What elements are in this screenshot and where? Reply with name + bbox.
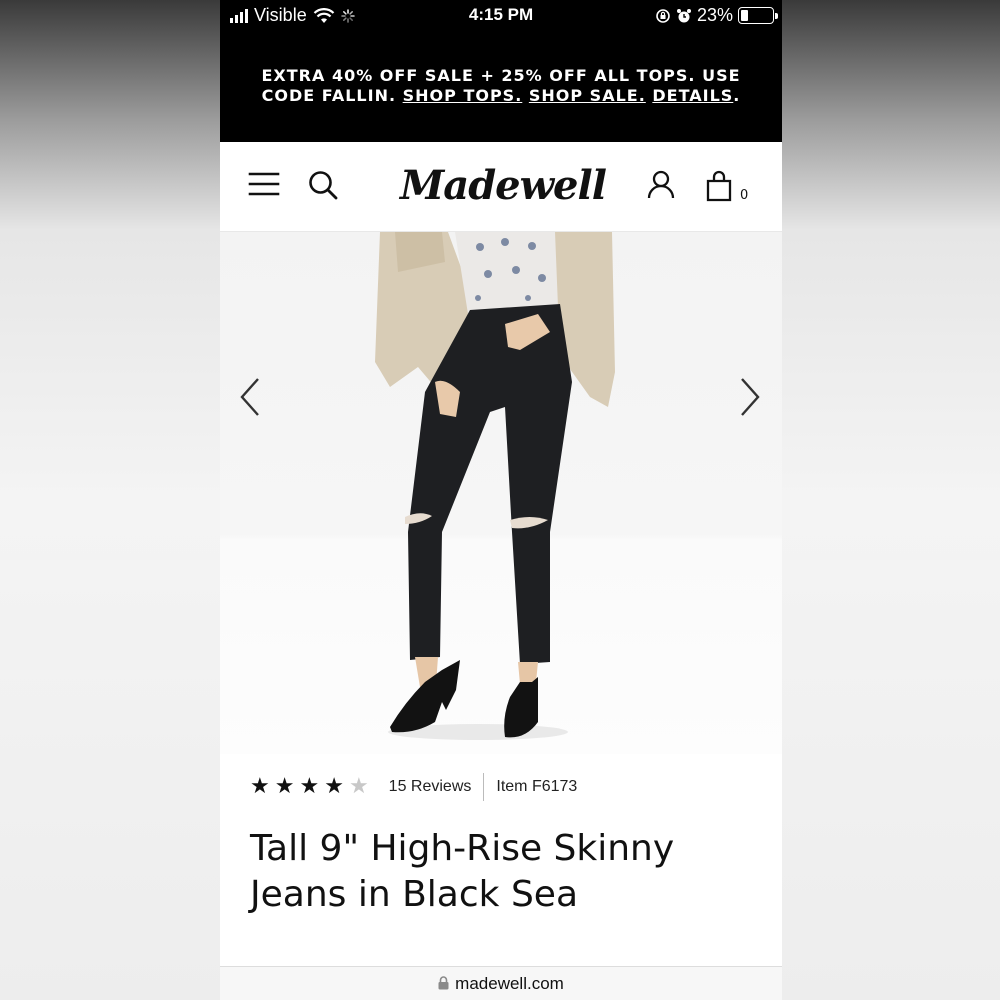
rating-row: ★ ★ ★ ★ ★ 15 Reviews Item F6173 xyxy=(250,772,577,802)
star-filled-icon: ★ xyxy=(299,774,320,799)
product-image-carousel[interactable] xyxy=(220,232,782,754)
orientation-lock-icon xyxy=(656,8,670,23)
star-filled-icon: ★ xyxy=(250,774,270,799)
search-icon[interactable] xyxy=(308,170,338,200)
status-bar: Visible 4:15 PM 23% xyxy=(220,0,782,32)
site-header: Madewell 0 xyxy=(220,142,782,232)
madewell-logo[interactable]: Madewell xyxy=(400,162,607,209)
rating-divider xyxy=(483,773,485,801)
shopping-bag-icon[interactable] xyxy=(705,170,733,202)
shop-sale-link[interactable]: SHOP SALE. xyxy=(529,86,646,105)
promo-banner: EXTRA 40% OFF SALE + 25% OFF ALL TOPS. U… xyxy=(220,32,782,142)
status-right: 23% xyxy=(655,5,778,26)
battery-icon xyxy=(738,7,778,24)
item-number: Item F6173 xyxy=(496,778,578,795)
url-text: madewell.com xyxy=(455,974,564,993)
promo-content: EXTRA 40% OFF SALE + 25% OFF ALL TOPS. U… xyxy=(220,66,782,106)
star-filled-icon: ★ xyxy=(274,774,295,799)
details-link[interactable]: DETAILS xyxy=(652,86,733,105)
lock-icon xyxy=(438,976,449,990)
phone-screen: Visible 4:15 PM 23% EXTRA 40% OFF SALE +… xyxy=(220,0,782,1000)
shop-tops-link[interactable]: SHOP TOPS. xyxy=(403,86,523,105)
battery-percent: 23% xyxy=(696,5,733,25)
account-icon[interactable] xyxy=(647,170,675,200)
product-info: ★ ★ ★ ★ ★ 15 Reviews Item F6173 Tall 9" High… xyxy=(220,754,782,966)
bag-count: 0 xyxy=(740,188,749,203)
product-title: Tall 9" High-Rise Skinny Jeans in Black … xyxy=(250,828,675,915)
browser-url-bar[interactable]: madewell.com xyxy=(220,966,782,1000)
star-empty-icon: ★ xyxy=(348,774,369,799)
promo-period: . xyxy=(733,86,741,105)
star-rating[interactable]: ★ ★ ★ ★ ★ xyxy=(250,776,369,798)
reviews-link[interactable]: 15 Reviews xyxy=(389,778,472,796)
star-filled-icon: ★ xyxy=(324,774,344,799)
product-photo xyxy=(375,232,615,740)
alarm-icon xyxy=(676,8,691,22)
previous-image-arrow-icon[interactable] xyxy=(238,377,262,417)
next-image-arrow-icon[interactable] xyxy=(738,377,762,417)
menu-icon[interactable] xyxy=(248,170,280,198)
battery-fill xyxy=(741,10,748,21)
